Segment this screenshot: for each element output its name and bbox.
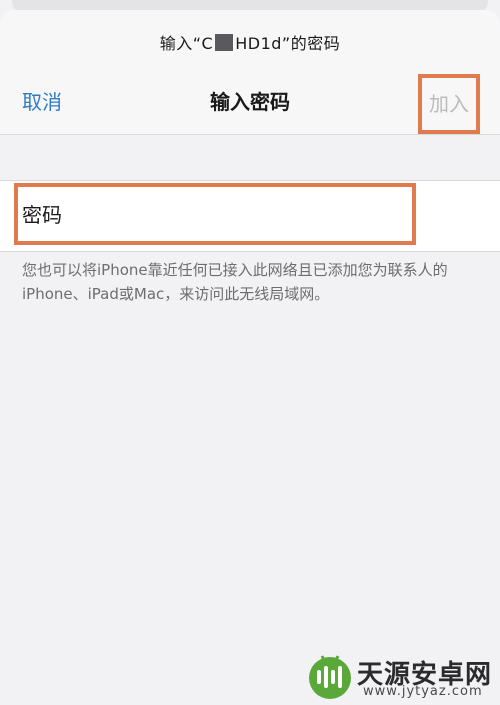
- network-prompt: 输入“C HD1d”的密码: [0, 30, 500, 54]
- redacted-block: [215, 34, 234, 51]
- watermark-url: www.jytyaz.com: [363, 684, 483, 699]
- password-field[interactable]: [20, 189, 414, 241]
- join-button[interactable]: 加入: [418, 74, 480, 134]
- prompt-prefix: 输入“C: [159, 34, 214, 53]
- nav-header: 输入“C HD1d”的密码 取消 输入密码 加入: [0, 10, 500, 135]
- password-row: [0, 180, 500, 252]
- cancel-button[interactable]: 取消: [22, 86, 62, 115]
- prompt-suffix: HD1d”的密码: [235, 34, 341, 53]
- password-sheet: 输入“C HD1d”的密码 取消 输入密码 加入 您也可以将iPhone靠近任何已…: [0, 0, 500, 705]
- hint-text: 您也可以将iPhone靠近任何已接入此网络且已添加您为联系人的iPhone、iP…: [22, 261, 448, 303]
- watermark-logo-icon: [309, 655, 351, 699]
- watermark: 天源安卓网 www.jytyaz.com: [305, 652, 495, 702]
